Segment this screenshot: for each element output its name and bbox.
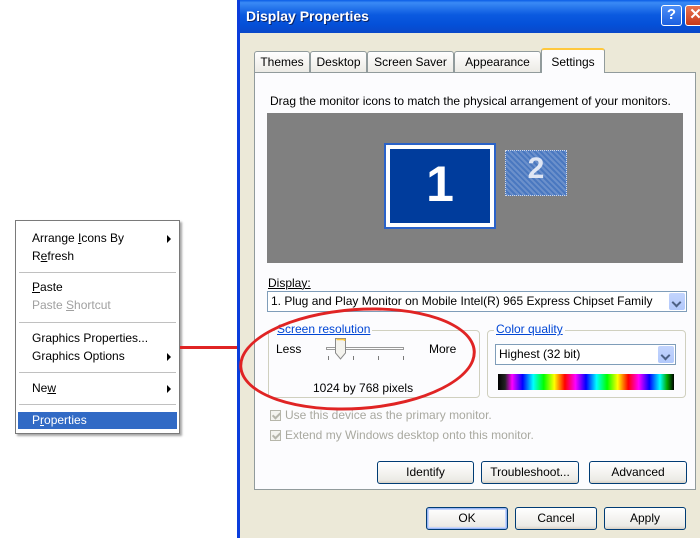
chevron-down-icon[interactable]	[658, 346, 674, 363]
display-select[interactable]: 1. Plug and Play Monitor on Mobile Intel…	[267, 291, 687, 312]
cancel-button[interactable]: Cancel	[515, 507, 597, 530]
monitor-1-icon[interactable]: 1	[384, 143, 496, 229]
tab-appearance[interactable]: Appearance	[454, 51, 541, 72]
close-icon: ✕	[689, 6, 700, 23]
color-spectrum-bar	[498, 374, 674, 390]
desktop-context-menu: Arrange Icons By Refresh Paste Paste Sho…	[15, 220, 180, 434]
tab-themes[interactable]: Themes	[254, 51, 310, 72]
submenu-arrow-icon	[167, 235, 171, 243]
menu-item-paste-shortcut[interactable]: Paste Shortcut	[18, 297, 177, 314]
submenu-arrow-icon	[167, 385, 171, 393]
ok-button[interactable]: OK	[426, 507, 508, 530]
menu-separator	[19, 322, 176, 323]
extend-desktop-label: Extend my Windows desktop onto this moni…	[285, 428, 534, 442]
menu-item-properties[interactable]: Properties	[18, 412, 177, 429]
color-quality-select[interactable]: Highest (32 bit)	[495, 344, 676, 365]
menu-item-graphics-properties[interactable]: Graphics Properties...	[18, 330, 177, 347]
monitor-2-icon[interactable]: 2	[505, 150, 567, 196]
menu-separator	[19, 272, 176, 273]
tab-settings[interactable]: Settings	[541, 48, 605, 73]
window-title: Display Properties	[246, 8, 369, 24]
menu-separator	[19, 404, 176, 405]
tab-screen-saver[interactable]: Screen Saver	[367, 51, 454, 72]
title-bar[interactable]: Display Properties ? ✕	[240, 0, 700, 33]
tab-desktop[interactable]: Desktop	[310, 51, 367, 72]
help-icon: ?	[666, 6, 677, 23]
troubleshoot-button[interactable]: Troubleshoot...	[481, 461, 579, 484]
menu-item-refresh[interactable]: Refresh	[18, 248, 177, 265]
apply-button[interactable]: Apply	[604, 507, 686, 530]
callout-connector-line	[180, 346, 242, 349]
display-label: Display:	[268, 276, 311, 290]
monitor-instruction: Drag the monitor icons to match the phys…	[270, 94, 671, 108]
identify-button[interactable]: Identify	[377, 461, 474, 484]
primary-monitor-checkbox[interactable]	[270, 410, 281, 421]
close-button[interactable]: ✕	[685, 5, 700, 26]
menu-separator	[19, 372, 176, 373]
submenu-arrow-icon	[167, 353, 171, 361]
chevron-down-icon[interactable]	[669, 293, 685, 310]
color-quality-label: Color quality	[494, 322, 565, 336]
menu-item-paste[interactable]: Paste	[18, 279, 177, 296]
extend-desktop-checkbox[interactable]	[270, 430, 281, 441]
display-properties-window: Display Properties ? ✕ Themes Desktop Sc…	[237, 0, 700, 538]
help-button[interactable]: ?	[661, 5, 682, 26]
menu-item-new[interactable]: New	[18, 380, 177, 397]
menu-item-graphics-options[interactable]: Graphics Options	[18, 348, 177, 365]
primary-monitor-label: Use this device as the primary monitor.	[285, 408, 492, 422]
menu-item-arrange-icons-by[interactable]: Arrange Icons By	[18, 230, 177, 247]
advanced-button[interactable]: Advanced	[589, 461, 687, 484]
